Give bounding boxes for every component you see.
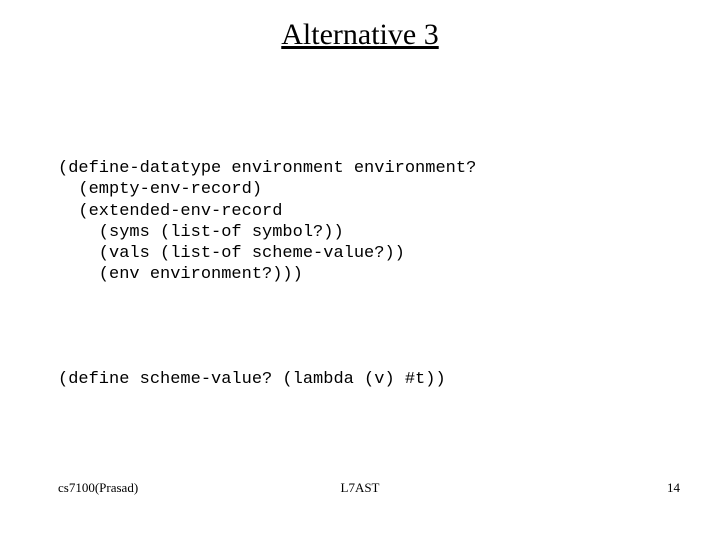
slide-title: Alternative 3	[0, 18, 720, 52]
footer-center: L7AST	[0, 480, 720, 496]
code-block-2: (define scheme-value? (lambda (v) #t))	[58, 370, 446, 389]
footer-right: 14	[667, 480, 680, 496]
title-text: Alternative 3	[281, 18, 438, 51]
slide: Alternative 3 (define-datatype environme…	[0, 0, 720, 540]
code-block-1: (define-datatype environment environment…	[58, 158, 476, 286]
